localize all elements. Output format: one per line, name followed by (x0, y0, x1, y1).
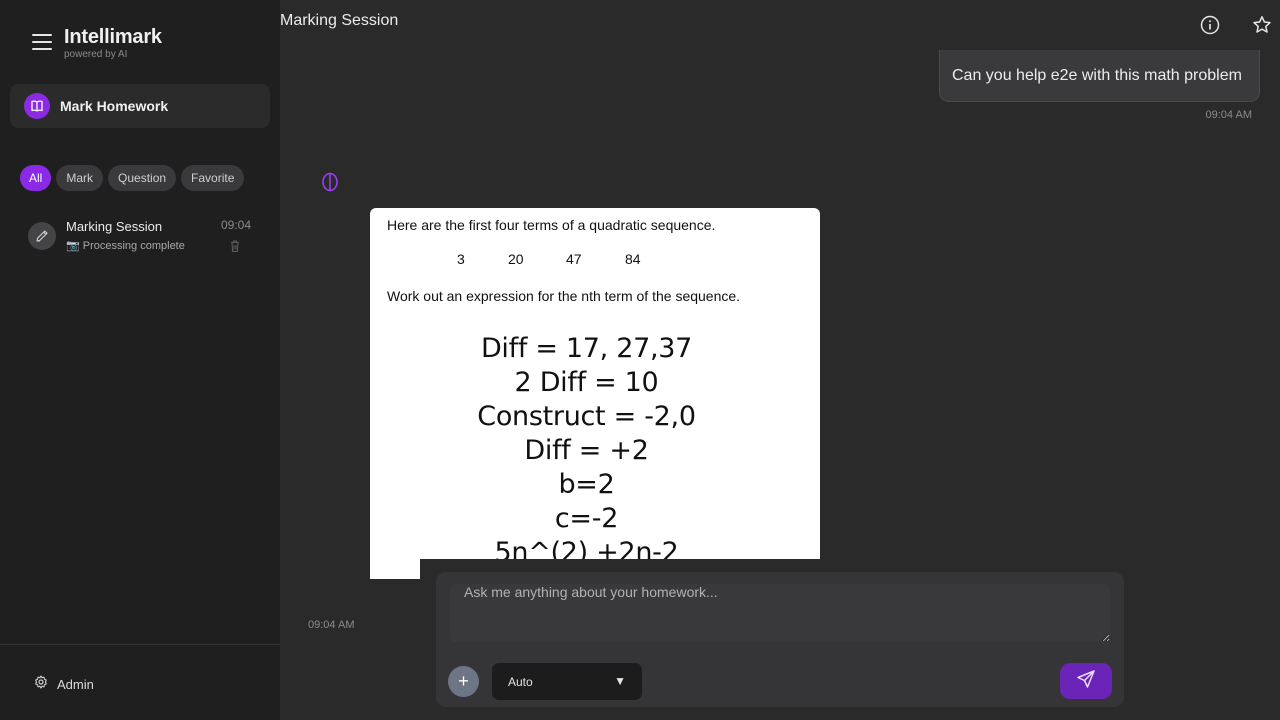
filter-chips: All Mark Question Favorite (20, 165, 245, 191)
trash-icon[interactable] (228, 239, 242, 253)
add-attachment-button[interactable]: + (448, 666, 479, 697)
session-title: Marking Session (66, 219, 163, 234)
pencil-icon (28, 222, 56, 250)
filter-favorite[interactable]: Favorite (181, 165, 245, 191)
session-time: 09:04 (220, 218, 251, 232)
working-line: Diff = +2 (524, 435, 649, 466)
filter-question[interactable]: Question (108, 165, 177, 191)
filter-all[interactable]: All (20, 165, 52, 191)
send-button[interactable] (1060, 663, 1112, 699)
ai-message-time: 09:04 AM (308, 619, 355, 631)
sidebar-footer: Admin (0, 644, 280, 720)
homework-image: Here are the first four terms of a quadr… (370, 208, 820, 579)
sequence-term: 20 (508, 251, 524, 267)
sequence-term: 84 (625, 251, 641, 267)
admin-label: Admin (57, 677, 94, 692)
sequence-term: 3 (457, 251, 465, 267)
working-line: 2 Diff = 10 (514, 367, 659, 398)
working-line: Construct = -2,0 (477, 401, 696, 432)
mode-label: Auto (508, 674, 533, 689)
brain-icon (320, 172, 340, 192)
info-icon[interactable] (1200, 15, 1220, 35)
brand-subtitle: powered by AI (64, 49, 128, 60)
brand-title: Intellimark (64, 26, 162, 48)
filter-mark[interactable]: Mark (56, 165, 104, 191)
book-icon (24, 93, 50, 119)
nav-label: Mark Homework (60, 98, 169, 114)
admin-button[interactable]: Admin (34, 675, 94, 694)
user-message-bubble: Can you help e2e with this math problem (939, 50, 1260, 102)
working-line: c=-2 (554, 503, 619, 534)
user-message-time: 09:04 AM (1205, 109, 1252, 121)
mode-select[interactable]: Auto ▼ (492, 663, 642, 700)
composer: + Auto ▼ (436, 572, 1124, 707)
message-input[interactable] (450, 584, 1110, 642)
sequence-term: 47 (566, 251, 582, 267)
working-line: b=2 (558, 469, 615, 500)
send-icon (1076, 669, 1096, 694)
sidebar: Intellimark powered by AI Mark Homework … (0, 0, 280, 720)
question-text: Here are the first four terms of a quadr… (387, 217, 716, 233)
star-icon[interactable] (1252, 15, 1272, 35)
page-title: Marking Session (280, 12, 399, 29)
session-item[interactable]: Marking Session 📷 Processing complete 09… (20, 212, 260, 260)
gear-icon (34, 675, 48, 694)
instruction-text: Work out an expression for the nth term … (387, 288, 741, 304)
session-status: 📷 Processing complete (66, 240, 185, 252)
chevron-down-icon: ▼ (614, 674, 626, 688)
menu-icon[interactable] (32, 34, 52, 50)
working-line: Diff = 17, 27,37 (480, 333, 693, 364)
mark-homework-nav[interactable]: Mark Homework (10, 84, 270, 128)
